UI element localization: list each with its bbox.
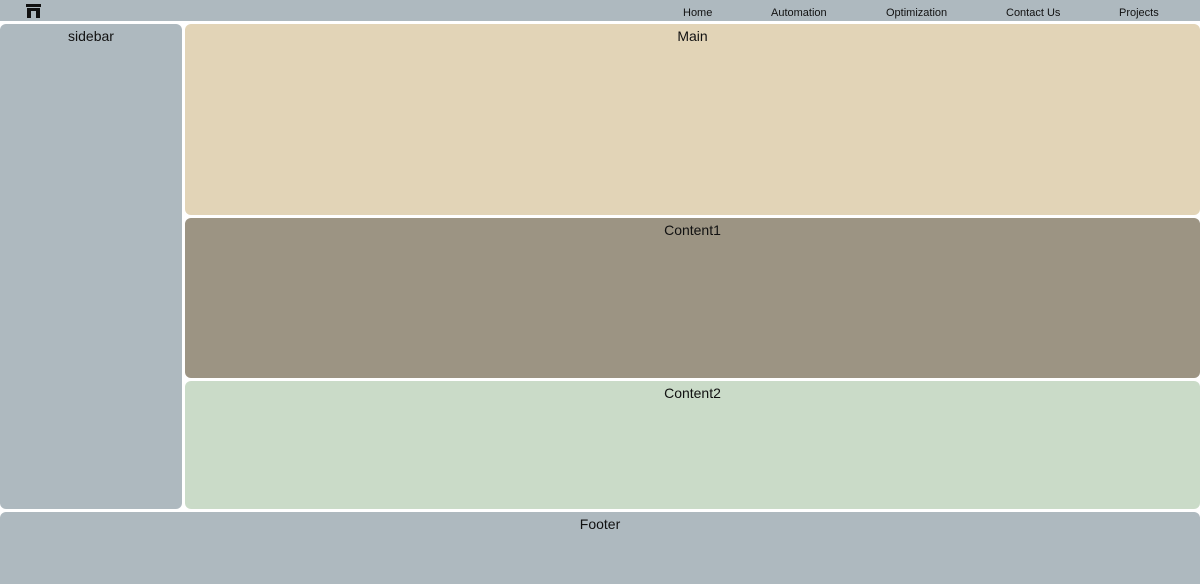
nav-link-contact-us[interactable]: Contact Us [1006,7,1060,20]
nav-link-home[interactable]: Home [683,7,712,20]
content2-label: Content2 [664,385,721,401]
content1-panel: Content1 [185,218,1200,378]
content2-panel: Content2 [185,381,1200,509]
nav-link-automation[interactable]: Automation [771,7,827,20]
footer-label: Footer [579,516,621,532]
navbar: Home Automation Optimization Contact Us … [0,0,1200,21]
arch-logo-icon[interactable] [26,4,41,18]
main-label: Main [677,28,708,44]
sidebar-label: sidebar [68,28,114,44]
sidebar-panel: sidebar [0,24,182,509]
nav-link-projects[interactable]: Projects [1119,7,1159,20]
content1-label: Content1 [664,222,721,238]
main-panel: Main [185,24,1200,215]
nav-link-optimization[interactable]: Optimization [886,7,947,20]
footer-panel: Footer [0,512,1200,584]
